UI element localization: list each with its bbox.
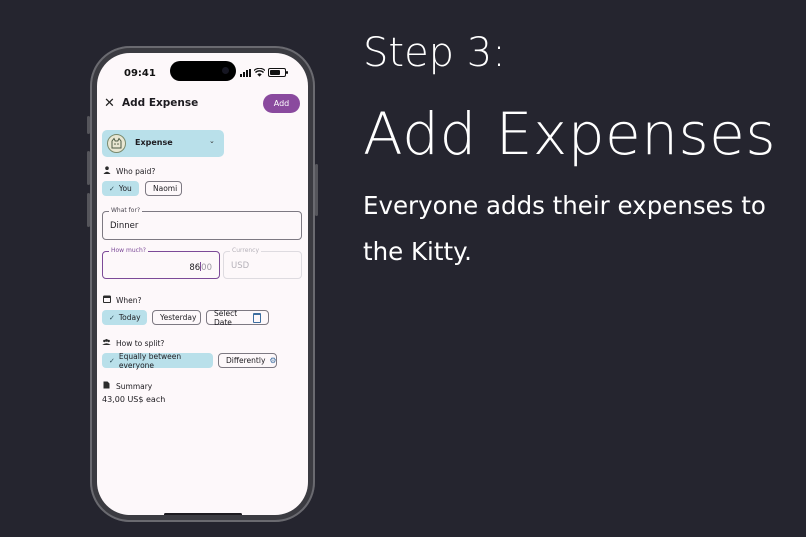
chevron-down-icon: ⌄ <box>209 137 215 145</box>
date-chip-today[interactable]: ✓ Today <box>102 310 147 325</box>
wifi-icon <box>254 68 265 77</box>
payer-chip-you[interactable]: ✓ You <box>102 181 139 196</box>
what-for-label: What for? <box>109 207 143 214</box>
signal-icon <box>240 68 251 77</box>
split-chip-differently[interactable]: Differently ⚙ <box>218 353 277 368</box>
date-chip-label: Select Date <box>214 308 238 327</box>
when-text: When? <box>116 295 142 305</box>
check-icon: ✓ <box>109 184 115 193</box>
calendar-icon <box>102 295 111 305</box>
amount-decimals: 00 <box>201 263 212 273</box>
home-indicator <box>164 513 242 515</box>
what-for-field[interactable]: What for? Dinner <box>102 207 302 240</box>
split-chip-label: Differently <box>226 356 266 365</box>
battery-icon <box>268 68 288 77</box>
check-icon: ✓ <box>109 356 115 365</box>
status-icons <box>240 68 288 77</box>
screen-title: Add Expense <box>122 97 199 109</box>
date-chip-label: Today <box>118 313 141 322</box>
power-button <box>315 164 318 216</box>
date-chip-yesterday[interactable]: Yesterday <box>152 310 201 325</box>
status-time: 09:41 <box>124 68 156 79</box>
payer-chip-label: You <box>118 184 132 193</box>
payer-chip-label: Naomi <box>153 184 178 193</box>
payer-chip-naomi[interactable]: Naomi <box>145 181 182 196</box>
add-button[interactable]: Add <box>263 94 300 113</box>
currency-value: USD <box>231 261 250 271</box>
split-label: How to split? <box>102 338 164 348</box>
currency-field: Currency USD <box>223 247 302 279</box>
mute-switch <box>87 116 90 134</box>
what-for-value: Dinner <box>110 221 139 231</box>
summary-text: Summary <box>116 381 153 391</box>
cat-avatar-icon <box>107 134 126 153</box>
step-label: Step 3: <box>363 30 506 76</box>
split-text: How to split? <box>116 338 165 348</box>
description: Everyone adds their expenses to the Kitt… <box>363 191 766 266</box>
amount-integer: 86 <box>189 263 201 273</box>
expense-type-select[interactable]: Expense ⌄ <box>102 130 224 157</box>
gear-icon: ⚙ <box>269 356 277 365</box>
check-icon: ✓ <box>109 313 115 322</box>
person-icon <box>102 166 111 176</box>
app-bar: ✕ Add Expense Add <box>97 94 308 116</box>
date-chip-label: Yesterday <box>160 313 197 322</box>
close-icon[interactable]: ✕ <box>104 96 115 111</box>
amount-value: 8600 <box>189 262 212 273</box>
split-chip-label: Equally between everyone <box>118 351 182 370</box>
summary-label: Summary <box>102 381 152 391</box>
amount-field[interactable]: How much? 8600 <box>102 247 220 279</box>
volume-down-button <box>87 193 90 227</box>
expense-type-value: Expense <box>135 138 173 147</box>
people-icon <box>102 338 111 348</box>
phone-screen: 09:41 ✕ Add Expense Add Expense ⌄ Who pa… <box>97 53 308 515</box>
calendar-icon <box>253 312 261 323</box>
volume-up-button <box>87 151 90 185</box>
who-paid-text: Who paid? <box>116 166 156 176</box>
dynamic-island <box>170 61 236 81</box>
phone-mockup: 09:41 ✕ Add Expense Add Expense ⌄ Who pa… <box>87 46 318 522</box>
document-icon <box>102 381 111 391</box>
headline: Add Expenses <box>363 100 777 168</box>
split-chip-equally[interactable]: ✓ Equally between everyone <box>102 351 213 370</box>
who-paid-label: Who paid? <box>102 166 155 176</box>
currency-label: Currency <box>230 247 262 254</box>
amount-label: How much? <box>109 247 148 254</box>
summary-value: 43,00 US$ each <box>102 395 166 404</box>
when-label: When? <box>102 295 142 305</box>
date-chip-select-date[interactable]: Select Date <box>206 308 269 327</box>
